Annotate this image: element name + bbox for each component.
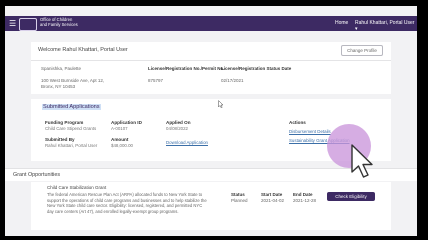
license-date-header: License/Registration Status Date (221, 66, 292, 71)
welcome-text: Welcome Rahul Khattari, Portal User (38, 47, 128, 53)
hamburger-menu-icon[interactable]: ☰ (9, 19, 16, 28)
application-id-label: Application ID (111, 120, 142, 125)
grant-opportunities-title: Grant Opportunities (13, 172, 61, 178)
app-window: ☰ Office of Children and Family Services… (5, 6, 417, 236)
amount-value: $48,000.00 (111, 143, 133, 148)
profile-card: Spanishka, Paulette License/Registration… (31, 61, 391, 94)
change-profile-button[interactable]: Change Profile (341, 45, 383, 56)
status-value: Planned (231, 198, 248, 203)
disbursement-details-link[interactable]: Disbursement Details (289, 129, 331, 134)
ocfs-logo[interactable] (19, 18, 37, 31)
submitted-by-value: Rahul Khattari, Portal User (45, 143, 98, 148)
license-date-value: 02/17/2021 (221, 78, 244, 83)
provider-name: Spanishka, Paulette (41, 66, 82, 71)
actions-label: Actions (289, 120, 306, 125)
funding-program-label: Funding Program (45, 120, 84, 125)
nav-user-menu[interactable]: Rahul Khattari, Portal User ▾ (355, 20, 417, 32)
application-id-value: A-00107 (111, 126, 128, 131)
nav-home-link[interactable]: Home (335, 20, 348, 26)
welcome-banner: Welcome Rahul Khattari, Portal User Chan… (31, 42, 391, 61)
submitted-applications-title: Submitted Applications (42, 104, 101, 110)
end-date-value: 2021-12-28 (293, 198, 317, 203)
download-application-link[interactable]: Download Application (166, 140, 208, 145)
license-number-header: License/Registration No./Permit No. (148, 66, 225, 71)
start-date-value: 2021-04-02 (261, 198, 285, 203)
org-name: Office of Children and Family Services (40, 17, 78, 27)
license-number-value: 875797 (148, 78, 164, 83)
grant-card: Child Care Stabilization Grant The feder… (31, 182, 391, 230)
applied-on-value: 04/08/2022 (166, 126, 188, 131)
funding-program-value: Child Care Stipend Grants (45, 126, 97, 131)
grant-name: Child Care Stabilization Grant (47, 185, 107, 190)
mouse-pointer-icon (218, 100, 224, 108)
submitted-by-label: Submitted By (45, 137, 75, 142)
applied-on-label: Applied On (166, 120, 191, 125)
address-line1: 100 West Burnside Ave, Apt 12, (41, 78, 105, 83)
check-eligibility-button[interactable]: Check Eligibility (327, 192, 375, 201)
start-date-label: Start Date (261, 192, 283, 197)
top-navigation-bar: ☰ Office of Children and Family Services… (5, 16, 417, 32)
address-line2: Bronx, NY 10453 (41, 84, 76, 89)
mouse-pointer-icon (351, 144, 373, 178)
amount-label: Amount (111, 137, 129, 142)
end-date-label: End Date (293, 192, 313, 197)
org-name-line2: and Family Services (40, 22, 78, 28)
status-label: Status (231, 192, 245, 197)
grant-description: The federal American Rescue Plan Act (AR… (47, 192, 207, 214)
